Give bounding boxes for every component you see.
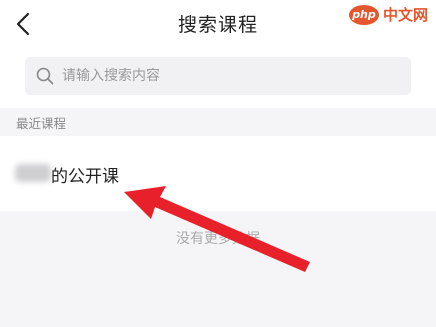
course-list-item[interactable]: 的公开课 <box>0 136 436 211</box>
recent-courses-label: 最近课程 <box>16 116 67 131</box>
recent-section-header: 最近课程 <box>0 108 436 136</box>
no-more-data-text: 没有更多数据 <box>176 231 260 247</box>
search-input[interactable]: 请输入搜索内容 <box>25 57 411 95</box>
blurred-name <box>15 164 51 182</box>
search-course-page: 搜索课程 php 中文网 请输入搜索内容 最近课程 的公开课 没有更多数据 <box>0 0 436 327</box>
course-title: 的公开课 <box>51 167 119 187</box>
search-placeholder: 请输入搜索内容 <box>62 68 160 84</box>
search-icon <box>36 67 54 85</box>
header: 搜索课程 php 中文网 请输入搜索内容 <box>0 0 436 108</box>
recent-course-list: 的公开课 <box>0 136 436 211</box>
watermark-text: 中文网 <box>382 6 428 24</box>
watermark: php 中文网 <box>348 4 428 25</box>
watermark-logo: php <box>348 4 379 25</box>
